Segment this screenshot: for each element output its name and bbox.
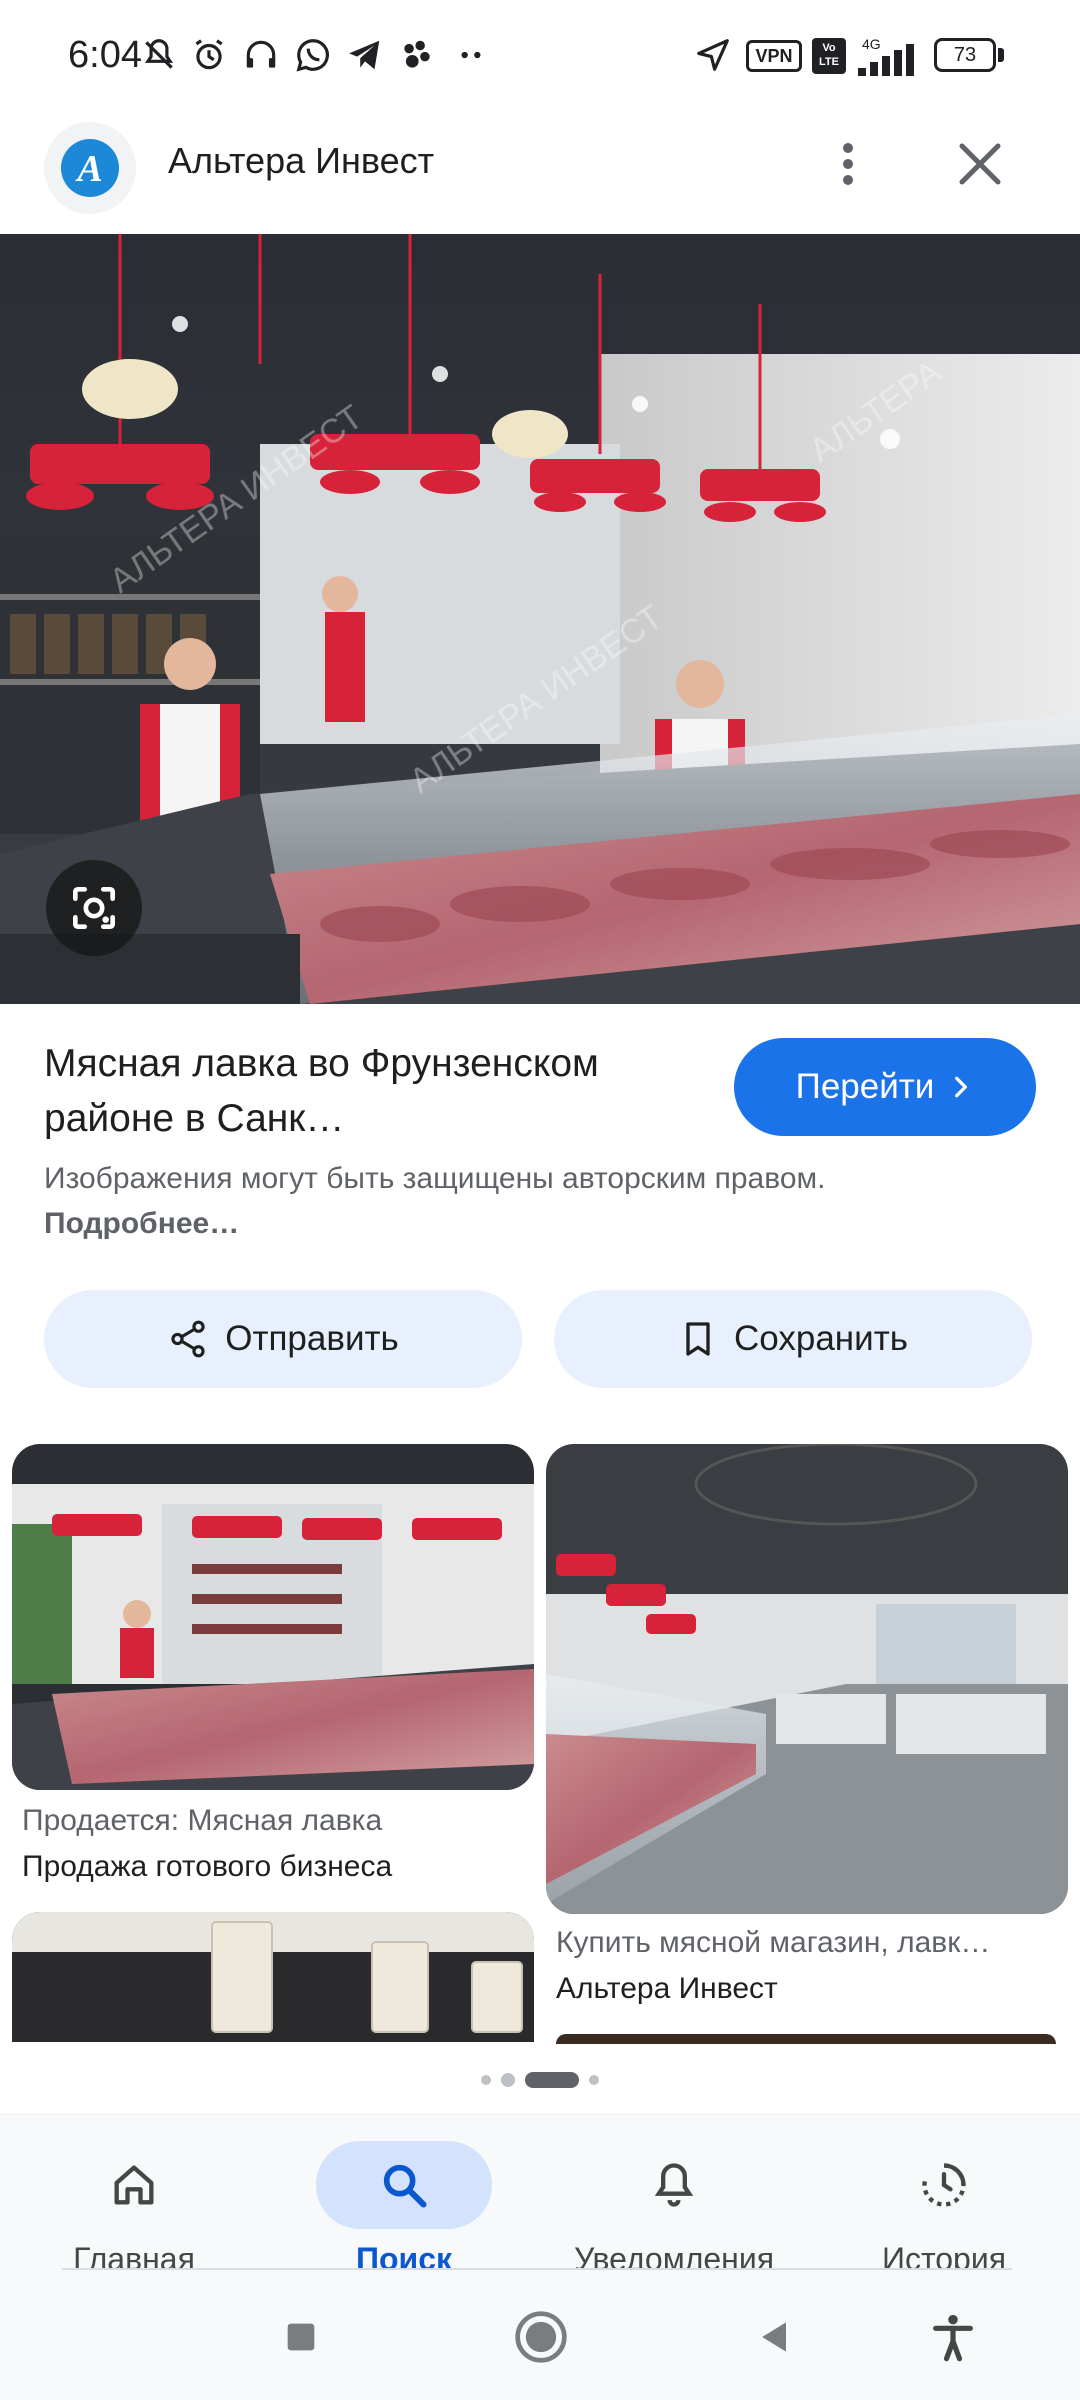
nav-notifications[interactable]: Уведомления [564, 2129, 784, 2277]
alarm-icon [195, 39, 223, 70]
battery-tip [998, 48, 1004, 62]
status-time: 6:04 [68, 34, 142, 76]
preview-image[interactable]: АЛЬТЕРА ИНВЕСТ АЛЬТЕРА ИНВЕСТ АЛЬТЕРА [0, 234, 1080, 1004]
nav-history-pill [856, 2141, 1032, 2229]
store-interior-thumbnail [12, 1912, 534, 2042]
logo-letter: А [75, 148, 102, 190]
page-dot-active [525, 2072, 579, 2088]
location-arrow-icon [697, 39, 729, 71]
related-1-source[interactable]: Продажа готового бизнеса [22, 1844, 522, 1890]
nav-search-pill [316, 2141, 492, 2229]
nav-home-pill [46, 2141, 222, 2229]
nav-notifications-pill [586, 2141, 762, 2229]
volte-icon: Vo LTE [812, 38, 846, 74]
result-title[interactable]: Мясная лавка во Фрунзенском районе в Сан… [44, 1036, 704, 1146]
related-image-1[interactable] [12, 1444, 534, 1790]
telegram-icon [349, 40, 380, 70]
share-icon [171, 1320, 205, 1358]
related-image-3[interactable] [12, 1912, 534, 2042]
mute-bell-icon [144, 39, 174, 69]
related-image-4[interactable] [556, 2034, 1056, 2044]
page-dot [589, 2075, 599, 2085]
more-vertical-icon [843, 143, 853, 185]
altera-logo-icon: А [61, 139, 119, 197]
nav-home[interactable]: Главная [24, 2129, 244, 2277]
back-triangle-icon [762, 2322, 786, 2352]
battery-level: 73 [953, 43, 977, 66]
accessibility-icon [933, 2314, 973, 2362]
more-dots-icon [461, 51, 481, 59]
vpn-icon: VPN [746, 40, 802, 72]
learn-more-link[interactable]: Подробнее… [44, 1207, 239, 1240]
related-image-2[interactable] [546, 1444, 1068, 1914]
related-2-title[interactable]: Купить мясной магазин, лавк… [556, 1920, 1056, 1966]
site-title: Альтера Инвест [168, 140, 435, 181]
page-indicator [0, 2068, 1080, 2092]
share-button-label: Отправить [225, 1319, 399, 1358]
paw-app-icon [404, 40, 430, 68]
related-2-source[interactable]: Альтера Инвест [556, 1966, 1056, 2012]
battery-icon: 73 [934, 38, 996, 72]
meat-store-thumbnail [546, 1444, 1068, 1914]
system-home-button[interactable] [506, 2302, 576, 2372]
home-circle-icon [515, 2311, 567, 2363]
close-button[interactable] [948, 132, 1012, 196]
butcher-shop-photo: АЛЬТЕРА ИНВЕСТ АЛЬТЕРА ИНВЕСТ АЛЬТЕРА [0, 234, 1080, 1004]
nav-history[interactable]: История [834, 2129, 1054, 2277]
lens-icon [73, 887, 115, 929]
save-button[interactable]: Сохранить [554, 1290, 1032, 1388]
history-icon [922, 2163, 966, 2207]
copyright-text: Изображения могут быть защищены авторски… [44, 1162, 826, 1195]
visit-button-label: Перейти [795, 1067, 935, 1106]
accessibility-button[interactable] [918, 2302, 988, 2372]
home-icon [114, 2165, 154, 2205]
recents-button[interactable] [266, 2302, 336, 2372]
more-options-button[interactable] [816, 132, 880, 196]
page-dot [481, 2075, 491, 2085]
close-icon [959, 143, 1001, 185]
visit-button[interactable]: Перейти [734, 1038, 1036, 1136]
bell-icon [654, 2163, 694, 2207]
share-button[interactable]: Отправить [44, 1290, 522, 1388]
save-button-label: Сохранить [734, 1319, 908, 1358]
copyright-notice: Изображения могут быть защищены авторски… [44, 1156, 844, 1246]
headset-icon [246, 40, 276, 68]
nav-search[interactable]: Поиск [294, 2129, 514, 2277]
signal-icon [858, 44, 914, 76]
recents-square-icon [287, 2323, 315, 2351]
back-button[interactable] [740, 2302, 810, 2372]
bookmark-icon [686, 1322, 710, 1356]
site-header: А Альтера Инвест [0, 110, 1080, 234]
system-navigation-bar [0, 2270, 1080, 2400]
related-1-title[interactable]: Продается: Мясная лавка [22, 1798, 522, 1844]
bottom-navigation: Главная Поиск Уведомления История [0, 2114, 1080, 2277]
butcher-shop-thumbnail [12, 1444, 534, 1790]
search-icon [383, 2164, 427, 2208]
lens-search-button[interactable] [46, 860, 142, 956]
whatsapp-icon [296, 39, 329, 72]
page-dot [501, 2073, 515, 2087]
chevron-right-icon [955, 1076, 968, 1098]
status-bar: 6:04 VPN Vo LTE 4G 73 [0, 0, 1080, 110]
site-logo[interactable]: А [44, 122, 136, 214]
